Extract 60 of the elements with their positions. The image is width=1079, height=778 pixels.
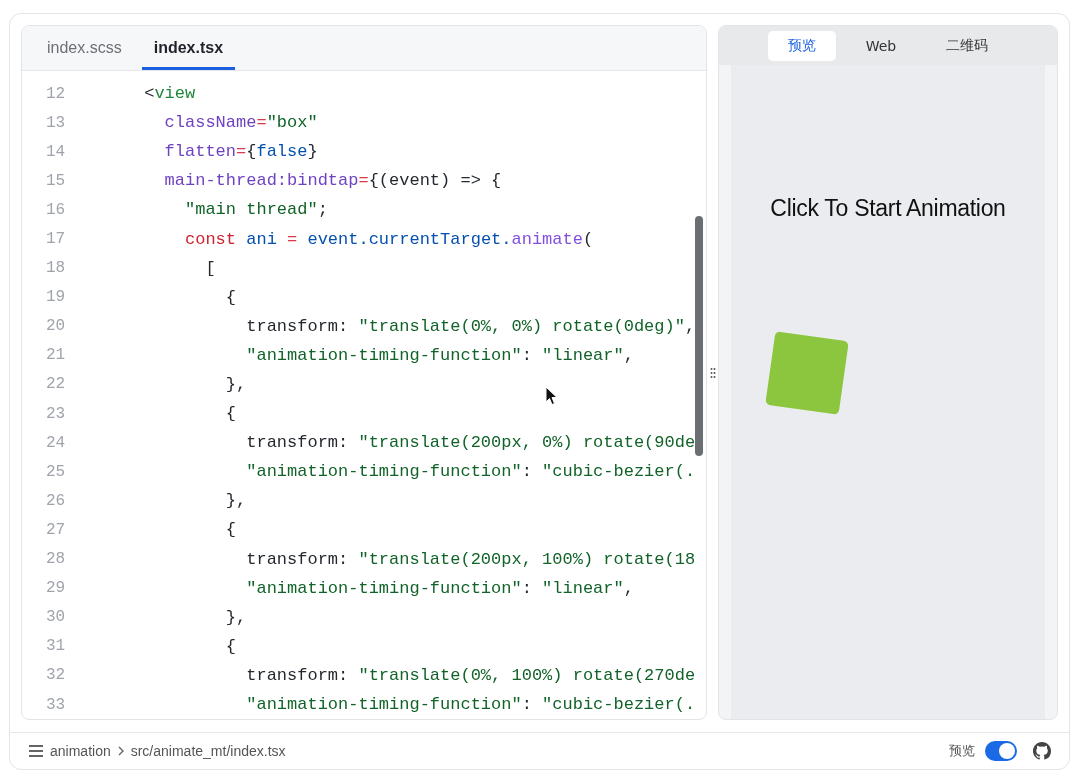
code-line: const ani = event.currentTarget.animate( <box>184 229 594 249</box>
code-line: transform: "translate(0%, 0%) rotate(0deg)", <box>245 316 696 336</box>
code-line: "main thread"; <box>184 200 328 220</box>
code-line: transform: "translate(200px, 100%) rotate(18 <box>245 549 696 569</box>
line-number: 19 <box>45 288 67 307</box>
line-number: 22 <box>45 375 67 394</box>
line-number: 30 <box>45 608 67 627</box>
line-number: 21 <box>45 346 67 365</box>
github-icon[interactable] <box>1033 742 1051 760</box>
code-line: }, <box>224 375 247 394</box>
code-line: className="box" <box>163 113 318 133</box>
code-line: <view <box>143 84 196 104</box>
line-number: 18 <box>45 259 67 278</box>
file-tab[interactable]: index.scss <box>35 26 134 70</box>
cursor-icon <box>545 386 558 406</box>
code-line: "animation-timing-function": "linear", <box>245 345 634 365</box>
code-line: flatten={false} <box>163 142 318 162</box>
code-line: [ <box>204 258 216 278</box>
line-number: 26 <box>45 491 67 510</box>
line-number: 16 <box>45 200 67 219</box>
scrollbar[interactable] <box>695 216 703 456</box>
line-number: 33 <box>45 695 67 714</box>
code-line: { <box>224 636 237 656</box>
code-line: }, <box>224 491 247 511</box>
line-number: 25 <box>45 462 67 481</box>
line-number: 14 <box>45 142 67 161</box>
preview-heading[interactable]: Click To Start Animation <box>770 195 1006 222</box>
file-path[interactable]: src/animate_mt/index.tsx <box>130 743 286 759</box>
code-line: }, <box>224 607 247 627</box>
line-number: 31 <box>45 637 67 656</box>
code-line: transform: "translate(200px, 0%) rotate(90de <box>245 433 696 453</box>
preview-tab[interactable]: 预览 <box>767 30 836 61</box>
chevron-right-icon <box>116 745 125 757</box>
line-number: 29 <box>45 579 67 598</box>
preview-toggle[interactable] <box>985 741 1017 761</box>
line-number: 13 <box>45 113 67 132</box>
breadcrumb-item[interactable]: animation <box>50 743 111 759</box>
code-line: { <box>224 520 237 540</box>
code-line: { <box>224 287 237 307</box>
code-line: "animation-timing-function": "cubic-bezier(. <box>245 695 696 714</box>
drag-handle-icon[interactable] <box>709 366 716 379</box>
line-number: 12 <box>45 84 67 103</box>
line-number: 23 <box>45 404 67 423</box>
line-number: 15 <box>45 171 67 190</box>
line-number: 28 <box>45 550 67 569</box>
line-number: 17 <box>45 230 67 248</box>
list-icon[interactable] <box>28 744 44 758</box>
preview-tab[interactable]: 二维码 <box>926 30 1009 61</box>
file-tab[interactable]: index.tsx <box>141 26 236 70</box>
preview-tab[interactable]: Web <box>845 30 917 61</box>
toggle-label: 预览 <box>949 742 975 760</box>
line-number: 32 <box>45 666 67 685</box>
line-number: 27 <box>45 520 67 539</box>
code-line: { <box>224 404 237 424</box>
code-line: main-thread:bindtap={(event) => { <box>163 171 502 191</box>
code-line: "animation-timing-function": "cubic-bezier(. <box>245 462 696 482</box>
code-line: "animation-timing-function": "linear", <box>245 578 634 598</box>
line-number: 20 <box>45 317 67 336</box>
line-number: 24 <box>45 433 67 452</box>
code-line: transform: "translate(0%, 100%) rotate(270de <box>245 665 696 685</box>
